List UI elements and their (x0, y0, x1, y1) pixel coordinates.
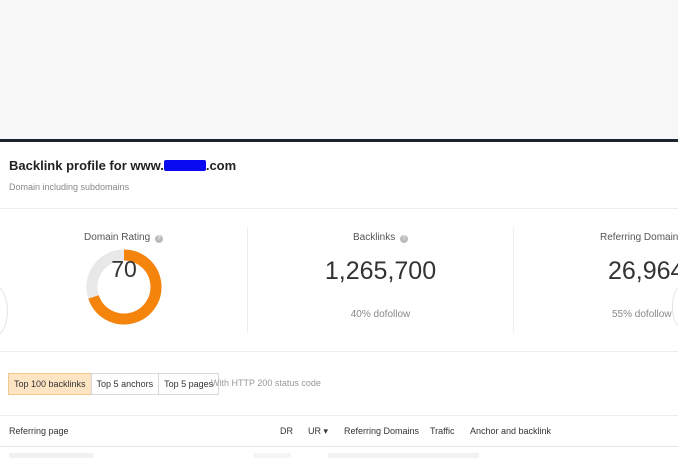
tab-top-100-backlinks[interactable]: Top 100 backlinks (8, 373, 92, 395)
metric-label: Referring Domains ? (600, 232, 678, 243)
referring-domains-dofollow: 55% dofollow (612, 309, 672, 320)
referring-domains-value[interactable]: 26,964 (608, 257, 678, 286)
divider (0, 351, 678, 352)
backlinks-dofollow: 40% dofollow (350, 309, 411, 320)
backlinks-value[interactable]: 1,265,700 (248, 257, 513, 286)
column-referring-domains[interactable]: Referring Domains (344, 426, 419, 436)
column-anchor-and-backlink[interactable]: Anchor and backlink (470, 426, 551, 436)
metric-label: Domain Rating ? (0, 232, 247, 243)
tab-top-5-anchors[interactable]: Top 5 anchors (90, 373, 160, 395)
backlink-profile-panel: Backlink profile for www. .com Domain inc… (0, 142, 678, 458)
top-blank-area (0, 0, 678, 139)
title-prefix: Backlink profile for www. (9, 158, 164, 173)
column-ur[interactable]: UR ▾ (308, 426, 328, 437)
status-filter-note: With HTTP 200 status code (211, 378, 321, 388)
column-traffic[interactable]: Traffic (430, 426, 455, 436)
title-suffix: .com (205, 158, 237, 173)
domain-rating-label: Domain Rating (84, 232, 151, 243)
divider (0, 415, 678, 416)
referring-domains-label: Referring Domains (600, 232, 678, 243)
table-header: Referring page DR UR ▾ Referring Domains… (0, 426, 678, 440)
page-title: Backlink profile for www. .com (9, 158, 236, 173)
metric-label: Backlinks ? (248, 232, 513, 243)
info-icon[interactable]: ? (154, 235, 163, 243)
metric-referring-domains: Referring Domains ? 26,964 55% dofollow (514, 209, 678, 351)
tab-top-5-pages[interactable]: Top 5 pages (158, 373, 220, 395)
info-icon[interactable]: ? (400, 235, 409, 243)
divider (0, 446, 678, 447)
redacted-domain (163, 160, 206, 171)
metric-backlinks: Backlinks ? 1,265,700 40% dofollow (248, 209, 513, 351)
page-subtitle: Domain including subdomains (9, 182, 130, 192)
backlinks-label: Backlinks (352, 232, 396, 243)
metric-domain-rating: Domain Rating ? 70 (0, 209, 247, 351)
table-row[interactable] (9, 453, 479, 458)
domain-rating-value: 70 (111, 256, 137, 282)
column-referring-page[interactable]: Referring page (9, 426, 69, 436)
backlink-tabs: Top 100 backlinks Top 5 anchors Top 5 pa… (8, 373, 220, 395)
column-dr[interactable]: DR (280, 426, 293, 436)
